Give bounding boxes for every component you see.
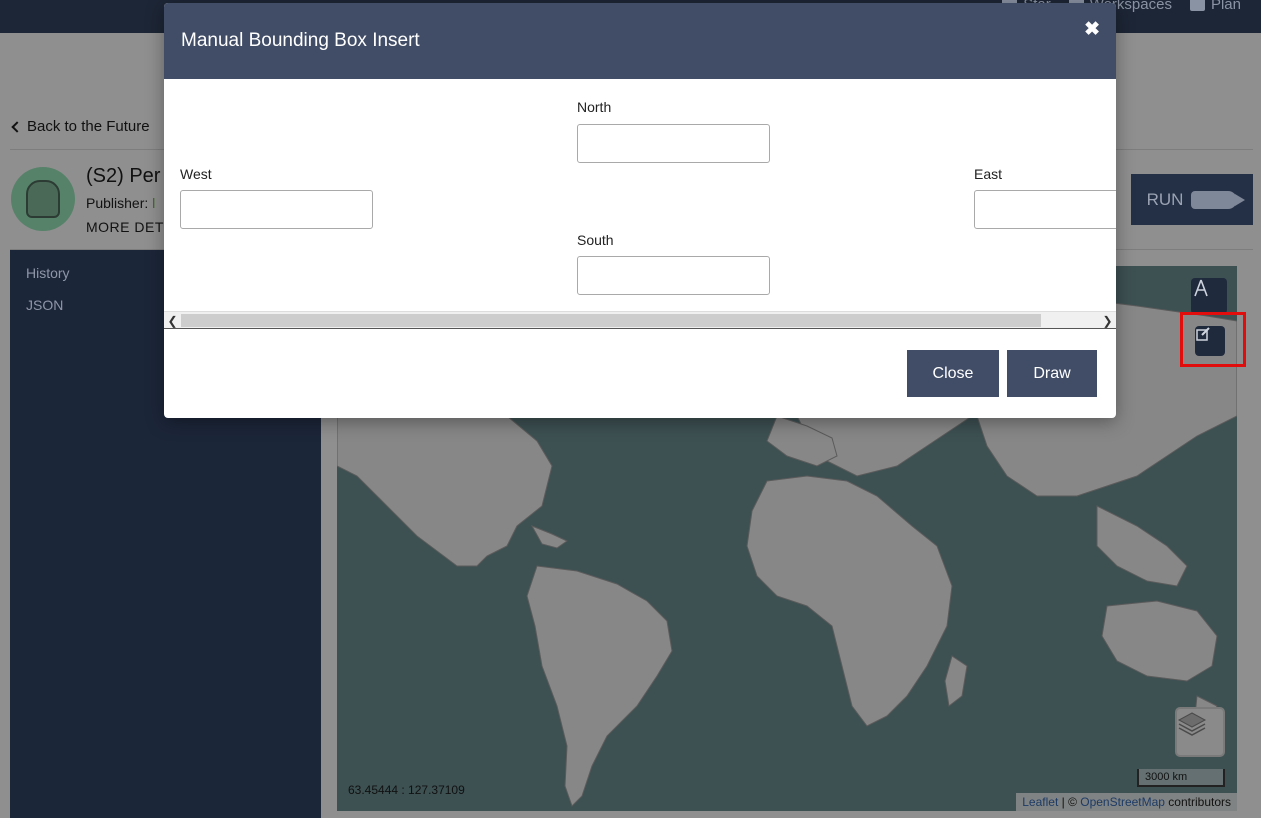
scrollbar-thumb[interactable] bbox=[181, 314, 1041, 327]
scroll-right-icon[interactable]: ❯ bbox=[1099, 312, 1116, 329]
modal-body: North West East South bbox=[164, 79, 1116, 311]
south-input[interactable] bbox=[577, 256, 770, 295]
footer-divider bbox=[164, 328, 1116, 329]
process-avatar bbox=[11, 167, 75, 231]
close-icon[interactable]: ✖ bbox=[1084, 18, 1100, 41]
close-button[interactable]: Close bbox=[907, 350, 999, 397]
publisher-link[interactable]: l bbox=[152, 195, 155, 211]
more-details-link[interactable]: MORE DET bbox=[86, 219, 164, 235]
layers-button[interactable] bbox=[1175, 707, 1225, 757]
north-label: North bbox=[577, 99, 612, 115]
north-input[interactable] bbox=[577, 124, 770, 163]
draw-polygon-tool[interactable] bbox=[1191, 278, 1227, 314]
mouse-coordinates: 63.45444 : 127.37109 bbox=[348, 783, 465, 797]
scale-bar: 3000 km bbox=[1137, 769, 1225, 787]
leaflet-link[interactable]: Leaflet bbox=[1022, 795, 1058, 809]
map-attribution: Leaflet | © OpenStreetMap contributors bbox=[1016, 793, 1237, 811]
topbar-link-plan[interactable]: Plan bbox=[1189, 0, 1241, 13]
modal-header: Manual Bounding Box Insert ✖ bbox=[164, 3, 1116, 79]
rocket-icon bbox=[1191, 190, 1246, 209]
astronaut-icon bbox=[26, 180, 60, 218]
south-label: South bbox=[577, 232, 614, 248]
highlight-box bbox=[1180, 312, 1246, 367]
east-label: East bbox=[974, 166, 1003, 182]
draw-button[interactable]: Draw bbox=[1007, 350, 1097, 397]
horizontal-scrollbar[interactable]: ❮ ❯ bbox=[164, 311, 1116, 328]
modal-title: Manual Bounding Box Insert bbox=[181, 30, 420, 51]
sidebar-item-json[interactable]: JSON bbox=[26, 297, 63, 313]
bbox-modal: Manual Bounding Box Insert ✖ North West … bbox=[164, 3, 1116, 418]
publisher-line: Publisher: l bbox=[86, 195, 156, 211]
west-input[interactable] bbox=[180, 190, 373, 229]
layers-icon bbox=[1177, 712, 1207, 736]
sidebar-item-history[interactable]: History bbox=[26, 265, 70, 281]
compass-icon bbox=[1194, 279, 1208, 297]
west-label: West bbox=[180, 166, 212, 182]
east-input[interactable] bbox=[974, 190, 1116, 229]
calendar-icon bbox=[1189, 0, 1205, 11]
scroll-left-icon[interactable]: ❮ bbox=[164, 312, 181, 329]
back-link[interactable]: Back to the Future bbox=[10, 118, 150, 135]
osm-link[interactable]: OpenStreetMap bbox=[1080, 795, 1165, 809]
process-title: (S2) Per bbox=[86, 165, 161, 187]
chevron-left-icon bbox=[11, 120, 23, 133]
run-button[interactable]: RUN bbox=[1131, 174, 1253, 225]
